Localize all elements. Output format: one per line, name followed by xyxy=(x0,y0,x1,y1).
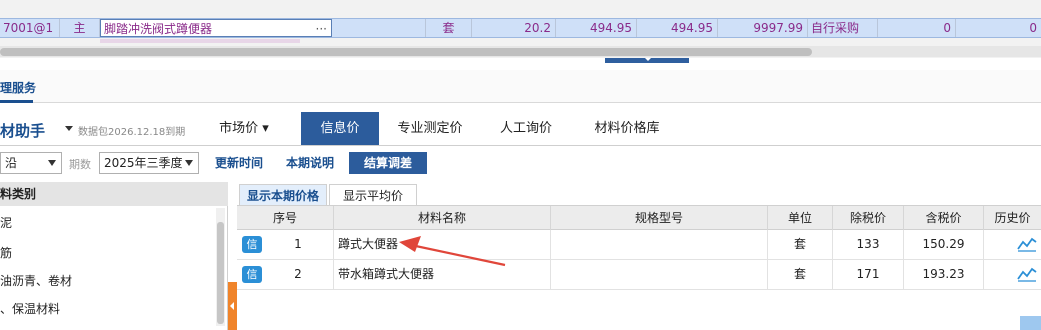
cell-unit[interactable]: 套 xyxy=(426,19,472,37)
tab-info-price[interactable]: 信息价 xyxy=(301,112,379,145)
tab-material-library[interactable]: 材料价格库 xyxy=(578,112,676,145)
chevron-down-icon xyxy=(185,160,193,166)
next-row-partial xyxy=(100,39,300,43)
cell-ex-tax: 171 xyxy=(833,260,904,289)
ellipsis-button[interactable]: ··· xyxy=(316,20,327,36)
cell-spec xyxy=(551,260,768,289)
panel-collapse-handle[interactable] xyxy=(605,58,689,63)
price-list-panel: 显示本期价格 显示平均价 序号 材料名称 规格型号 单位 除税价 含税价 历史价… xyxy=(237,182,1041,330)
annotation-arrow-icon xyxy=(399,236,506,267)
cell-in-tax: 150.29 xyxy=(904,230,984,259)
cell-name-text: 脚踏冲洗阀式蹲便器 xyxy=(104,22,213,36)
selected-table-row[interactable]: 7001@1 主 脚踏冲洗阀式蹲便器 ··· 套 20.2 494.95 494… xyxy=(0,18,1041,38)
settle-difference-button[interactable]: 结算调差 xyxy=(349,152,427,174)
category-item[interactable]: 筋 xyxy=(0,244,12,261)
period-select[interactable]: 2025年三季度 xyxy=(99,152,199,174)
category-item[interactable]: 油沥青、卷材 xyxy=(0,272,72,289)
period-label: 期数 xyxy=(69,158,91,171)
history-trend-icon[interactable] xyxy=(1017,236,1037,252)
cell-unit: 套 xyxy=(768,230,833,259)
horizontal-scroll-thumb[interactable] xyxy=(0,48,812,56)
grid-row-above xyxy=(0,0,1041,19)
cell-type[interactable]: 主 xyxy=(60,19,100,37)
cell-price2[interactable]: 494.95 xyxy=(637,19,718,37)
history-trend-icon[interactable] xyxy=(1017,266,1037,282)
cell-price1[interactable]: 494.95 xyxy=(556,19,637,37)
cell-no: 2 xyxy=(237,260,334,289)
spreadsheet-grid: 7001@1 主 脚踏冲洗阀式蹲便器 ··· 套 20.2 494.95 494… xyxy=(0,0,1041,58)
tab-manual-inquiry[interactable]: 人工询价 xyxy=(487,112,565,145)
cell-spec[interactable] xyxy=(332,19,426,37)
cell-spec xyxy=(551,230,768,259)
tab-professional-price[interactable]: 专业测定价 xyxy=(385,112,475,145)
cell-ex-tax: 133 xyxy=(833,230,904,259)
table-row[interactable]: 信 1 蹲式大便器 套 133 150.29 xyxy=(237,230,1041,260)
col-header-spec[interactable]: 规格型号 xyxy=(551,206,768,230)
cell-v1[interactable]: 0 xyxy=(878,19,956,37)
cell-v2[interactable]: 0 xyxy=(956,19,1041,37)
col-header-ex-tax[interactable]: 除税价 xyxy=(833,206,904,230)
category-item[interactable]: 、保温材料 xyxy=(0,300,60,317)
chevron-down-icon[interactable] xyxy=(65,126,73,131)
col-header-in-tax[interactable]: 含税价 xyxy=(904,206,984,230)
splitter-collapse-button[interactable] xyxy=(228,282,237,330)
region-select[interactable]: 沿 xyxy=(0,152,62,174)
cell-source[interactable]: 自行采购 xyxy=(808,19,878,37)
helper-title[interactable]: 材助手 xyxy=(0,120,45,141)
col-header-no[interactable]: 序号 xyxy=(237,206,334,230)
tab-active-underline xyxy=(0,100,33,103)
period-description-button[interactable]: 本期说明 xyxy=(282,152,338,174)
package-expiry: 数据包2026.12.18到期 xyxy=(78,127,186,138)
cell-qty[interactable]: 20.2 xyxy=(472,19,556,37)
material-helper-header: 材助手 数据包2026.12.18到期 市场价 ▾ 信息价 专业测定价 人工询价… xyxy=(0,112,1041,146)
category-panel: 料类别 泥 筋 油沥青、卷材 、保温材料 xyxy=(0,182,228,330)
period-select-value: 2025年三季度 xyxy=(104,156,183,170)
category-item[interactable]: 泥 xyxy=(0,214,12,231)
category-header: 料类别 xyxy=(0,182,228,206)
cell-name-editor[interactable]: 脚踏冲洗阀式蹲便器 ··· xyxy=(100,19,332,37)
toolbar: 沿 期数 2025年三季度 更新时间 本期说明 结算调差 xyxy=(0,150,1041,176)
table-header: 序号 材料名称 规格型号 单位 除税价 含税价 历史价 xyxy=(237,205,1041,230)
tab-average-price[interactable]: 显示平均价 xyxy=(329,184,417,206)
col-header-unit[interactable]: 单位 xyxy=(768,206,833,230)
tab-market-price[interactable]: 市场价 ▾ xyxy=(202,112,286,145)
chevron-down-icon xyxy=(48,160,56,166)
cell-no: 1 xyxy=(237,230,334,259)
cell-in-tax: 193.23 xyxy=(904,260,984,289)
col-header-history[interactable]: 历史价 xyxy=(984,206,1041,230)
cell-amount[interactable]: 9997.99 xyxy=(718,19,808,37)
update-time-button[interactable]: 更新时间 xyxy=(212,152,266,174)
cell-code[interactable]: 7001@1 xyxy=(0,19,60,37)
table-row[interactable]: 信 2 带水箱蹲式大便器 套 171 193.23 xyxy=(237,260,1041,290)
col-header-name[interactable]: 材料名称 xyxy=(334,206,551,230)
status-indicator xyxy=(1020,316,1041,330)
service-tab-strip: 理服务 xyxy=(0,70,1041,103)
tab-current-price[interactable]: 显示本期价格 xyxy=(239,184,327,206)
region-select-value: 沿 xyxy=(5,156,18,170)
vertical-scroll-thumb[interactable] xyxy=(217,222,224,324)
cell-unit: 套 xyxy=(768,260,833,289)
tab-service[interactable]: 理服务 xyxy=(0,79,36,96)
